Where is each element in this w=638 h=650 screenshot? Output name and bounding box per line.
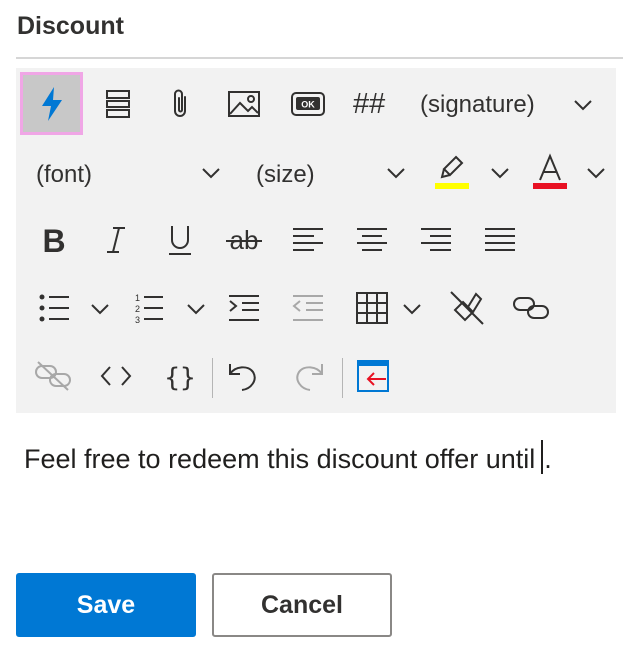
align-right-button[interactable] — [416, 220, 456, 260]
editor-text-end: . — [544, 444, 552, 474]
outdent-button[interactable] — [288, 288, 328, 328]
font-size-dropdown[interactable] — [381, 160, 411, 186]
insert-link-button[interactable] — [510, 288, 552, 328]
font-size-select[interactable]: (size) — [256, 163, 315, 187]
outdent-icon — [292, 295, 323, 321]
svg-text:{}: {} — [166, 363, 194, 392]
text-caret — [541, 440, 544, 474]
title-divider — [16, 57, 623, 59]
image-icon — [228, 91, 260, 117]
strikethrough-icon: ab — [226, 225, 262, 255]
save-button[interactable]: Save — [16, 573, 196, 637]
chevron-down-icon — [587, 168, 605, 179]
chevron-down-icon — [91, 304, 109, 315]
table-icon — [356, 292, 388, 324]
bullet-list-dropdown[interactable] — [86, 296, 114, 322]
lightning-bolt-icon — [41, 86, 62, 121]
svg-text:OK: OK — [301, 100, 315, 110]
italic-icon — [107, 227, 125, 253]
numbered-list-icon: 123 — [135, 293, 163, 324]
insert-table-dropdown[interactable] — [398, 296, 426, 322]
align-left-button[interactable] — [288, 220, 328, 260]
message-editor[interactable]: Feel free to redeem this discount offer … — [24, 440, 552, 475]
bullet-list-button[interactable] — [34, 288, 74, 328]
toolbar-separator — [342, 358, 343, 398]
font-family-select[interactable]: (font) — [36, 163, 92, 187]
chevron-down-icon — [187, 304, 205, 315]
toolbar-separator — [212, 358, 213, 398]
code-view-icon — [100, 366, 132, 386]
justify-button[interactable] — [480, 220, 520, 260]
bullet-list-icon — [39, 294, 69, 322]
svg-text:B: B — [42, 225, 65, 255]
svg-text:3: 3 — [135, 315, 140, 324]
field-title: Discount — [17, 12, 124, 40]
redo-button[interactable] — [288, 356, 330, 396]
paperclip-icon — [174, 89, 186, 117]
svg-text:1: 1 — [135, 293, 140, 303]
chevron-down-icon — [491, 168, 509, 179]
code-view-button[interactable] — [96, 356, 136, 396]
ok-button-icon: OK — [291, 92, 325, 116]
font-color-icon — [533, 153, 567, 189]
align-center-button[interactable] — [352, 220, 392, 260]
rich-text-toolbar: OK ## (signature) (font) (size) B ab 1 2… — [16, 68, 616, 413]
chevron-down-icon — [403, 304, 421, 315]
italic-button[interactable] — [96, 220, 136, 260]
indent-button[interactable] — [224, 288, 264, 328]
indent-icon — [229, 295, 259, 321]
chevron-down-icon — [387, 168, 405, 179]
underline-button[interactable] — [160, 220, 200, 260]
svg-text:2: 2 — [135, 304, 140, 314]
underline-icon — [169, 226, 191, 255]
redo-icon — [296, 364, 323, 391]
unlink-icon — [35, 361, 71, 391]
chevron-down-icon — [202, 168, 220, 179]
hashtag-button[interactable]: ## — [353, 90, 385, 119]
remove-link-button[interactable] — [32, 356, 74, 396]
chevron-down-icon — [574, 100, 592, 111]
align-left-icon — [293, 228, 323, 251]
cancel-button[interactable]: Cancel — [212, 573, 392, 637]
insert-table-button[interactable] — [352, 288, 392, 328]
editor-text: Feel free to redeem this discount offer … — [24, 444, 536, 474]
bold-icon: B — [42, 225, 65, 255]
attach-file-button[interactable] — [160, 84, 200, 124]
clear-formatting-icon — [450, 291, 484, 325]
undo-icon — [229, 364, 256, 391]
braces-icon: {} — [166, 363, 194, 392]
link-icon — [513, 297, 549, 319]
insert-image-button[interactable] — [224, 84, 264, 124]
font-family-dropdown[interactable] — [196, 160, 226, 186]
justify-icon — [485, 228, 515, 251]
quick-parts-button[interactable] — [20, 72, 83, 135]
insert-ok-button[interactable]: OK — [286, 84, 330, 124]
font-color-dropdown[interactable] — [582, 160, 610, 186]
highlight-color-dropdown[interactable] — [486, 160, 514, 186]
insert-text-block-button[interactable] — [98, 84, 138, 124]
numbered-list-dropdown[interactable] — [182, 296, 210, 322]
insert-field-icon — [357, 360, 389, 392]
text-block-icon — [106, 90, 130, 118]
bold-button[interactable]: B — [34, 220, 74, 260]
insert-dynamic-content-button[interactable]: {} — [160, 356, 200, 396]
clear-formatting-button[interactable] — [446, 288, 488, 328]
insert-field-button[interactable] — [352, 356, 394, 396]
strikethrough-button[interactable]: ab — [222, 220, 266, 260]
signature-dropdown[interactable] — [568, 92, 598, 118]
highlight-color-button[interactable] — [432, 152, 472, 192]
undo-button[interactable] — [222, 356, 264, 396]
align-center-icon — [357, 228, 387, 251]
numbered-list-button[interactable]: 123 — [128, 288, 168, 328]
signature-label[interactable]: (signature) — [420, 93, 535, 117]
align-right-icon — [421, 228, 451, 251]
font-color-button[interactable] — [530, 152, 570, 192]
highlighter-icon — [435, 155, 469, 189]
